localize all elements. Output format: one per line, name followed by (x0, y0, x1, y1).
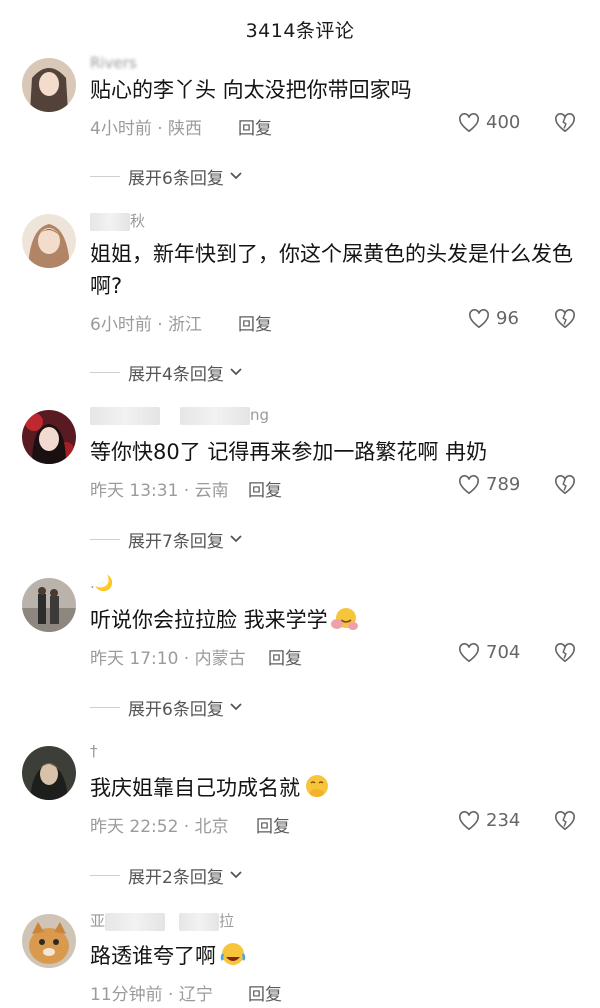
username[interactable]: 秋 (90, 210, 145, 231)
chevron-down-icon (230, 368, 242, 376)
username[interactable]: 亚拉 (90, 910, 234, 931)
username[interactable]: † (90, 742, 98, 760)
chevron-down-icon (230, 535, 242, 543)
heart-outline-icon (459, 810, 479, 830)
divider-dash (90, 175, 120, 177)
like-button[interactable]: 234 (458, 810, 520, 831)
broken-heart-icon (555, 113, 575, 133)
reply-button[interactable]: 回复 (248, 980, 282, 1005)
timestamp-location: 昨天 17:10 · 内蒙古 (90, 649, 246, 669)
reply-button[interactable]: 回复 (268, 644, 302, 669)
expand-replies-label: 展开6条回复 (128, 168, 224, 189)
comment-meta: 昨天 22:52 · 北京 回复 234 (90, 810, 580, 840)
expand-replies-button[interactable]: 展开6条回复 (90, 164, 243, 189)
expand-replies-button[interactable]: 展开7条回复 (90, 527, 243, 552)
dislike-button[interactable] (554, 309, 576, 334)
avatar[interactable] (22, 214, 76, 268)
like-count: 96 (496, 308, 519, 329)
broken-heart-icon (555, 475, 575, 495)
heart-outline-icon (459, 642, 479, 662)
comment-text: 贴心的李丫头 向太没把你带回家吗 (90, 78, 412, 102)
timestamp-location: 昨天 22:52 · 北京 (90, 817, 229, 837)
comment-text: 我庆姐靠自己功成名就 (90, 772, 580, 804)
like-count: 400 (486, 112, 521, 133)
comment-meta: 11分钟前 · 辽宁 回复 (90, 980, 580, 1008)
comment-meta: 4小时前 · 陕西 回复 400 (90, 112, 580, 142)
like-count: 789 (486, 474, 521, 495)
divider-dash (90, 538, 120, 540)
comments-header: 3414条评论 (0, 0, 600, 58)
comment-text: 姐姐，新年快到了，你这个屎黄色的头发是什么发色啊? (90, 242, 573, 298)
broken-heart-icon (555, 309, 575, 329)
chevron-down-icon (230, 703, 242, 711)
blurred-username (105, 912, 166, 931)
timestamp-location: 11分钟前 · 辽宁 (90, 985, 213, 1005)
reply-button[interactable]: 回复 (248, 476, 282, 501)
broken-heart-icon (555, 643, 575, 663)
broken-heart-icon (555, 811, 575, 831)
timestamp-location: 昨天 13:31 · 云南 (90, 481, 229, 501)
reply-button[interactable]: 回复 (238, 310, 272, 335)
like-button[interactable]: 789 (458, 474, 520, 495)
username[interactable]: ng (90, 406, 269, 425)
dislike-button[interactable] (554, 113, 576, 138)
like-count: 234 (486, 810, 521, 831)
expand-replies-label: 展开4条回复 (128, 364, 224, 385)
like-button[interactable]: 704 (458, 642, 520, 663)
avatar[interactable] (22, 578, 76, 632)
like-count: 704 (486, 642, 521, 663)
comment-meta: 昨天 17:10 · 内蒙古 回复 704 (90, 642, 580, 672)
expand-replies-label: 展开7条回复 (128, 531, 224, 552)
blurred-username (90, 212, 130, 231)
comment-text: 等你快80了 记得再来参加一路繁花啊 冉奶 (90, 440, 488, 464)
comment-text: 听说你会拉拉脸 我来学学 (90, 604, 580, 636)
heart-outline-icon (469, 308, 489, 328)
avatar[interactable] (22, 914, 76, 968)
heart-outline-icon (459, 474, 479, 494)
timestamp-location: 4小时前 · 陕西 (90, 119, 203, 139)
like-button[interactable]: 96 (468, 308, 519, 329)
username[interactable]: .🌙 (90, 574, 113, 592)
comment-text: 路透谁夸了啊 (90, 940, 580, 972)
avatar[interactable] (22, 410, 76, 464)
expand-replies-button[interactable]: 展开6条回复 (90, 695, 243, 720)
expand-replies-label: 展开6条回复 (128, 699, 224, 720)
expand-replies-label: 展开2条回复 (128, 867, 224, 888)
comment-meta: 6小时前 · 浙江 回复 96 (90, 308, 580, 338)
divider-dash (90, 371, 120, 373)
dislike-button[interactable] (554, 643, 576, 668)
comment-count-title: 3414条评论 (245, 19, 355, 42)
avatar[interactable] (22, 58, 76, 112)
expand-replies-button[interactable]: 展开4条回复 (90, 360, 243, 385)
hand-over-mouth-emoji-icon (306, 775, 328, 797)
timestamp-location: 6小时前 · 浙江 (90, 315, 203, 335)
reply-button[interactable]: 回复 (238, 114, 272, 139)
blurred-username (90, 406, 160, 425)
heart-outline-icon (459, 112, 479, 132)
expand-replies-button[interactable]: 展开2条回复 (90, 863, 243, 888)
chevron-down-icon (230, 172, 242, 180)
blurred-username (179, 912, 220, 931)
comment-meta: 昨天 13:31 · 云南 回复 789 (90, 474, 580, 504)
like-button[interactable]: 400 (458, 112, 520, 133)
avatar[interactable] (22, 746, 76, 800)
divider-dash (90, 706, 120, 708)
tears-of-joy-emoji-icon (220, 943, 246, 965)
dislike-button[interactable] (554, 811, 576, 836)
blurred-username (180, 406, 250, 425)
username[interactable]: Rivers (90, 54, 137, 72)
hug-emoji-icon (330, 608, 358, 630)
chevron-down-icon (230, 871, 242, 879)
divider-dash (90, 874, 120, 876)
dislike-button[interactable] (554, 475, 576, 500)
reply-button[interactable]: 回复 (256, 812, 290, 837)
